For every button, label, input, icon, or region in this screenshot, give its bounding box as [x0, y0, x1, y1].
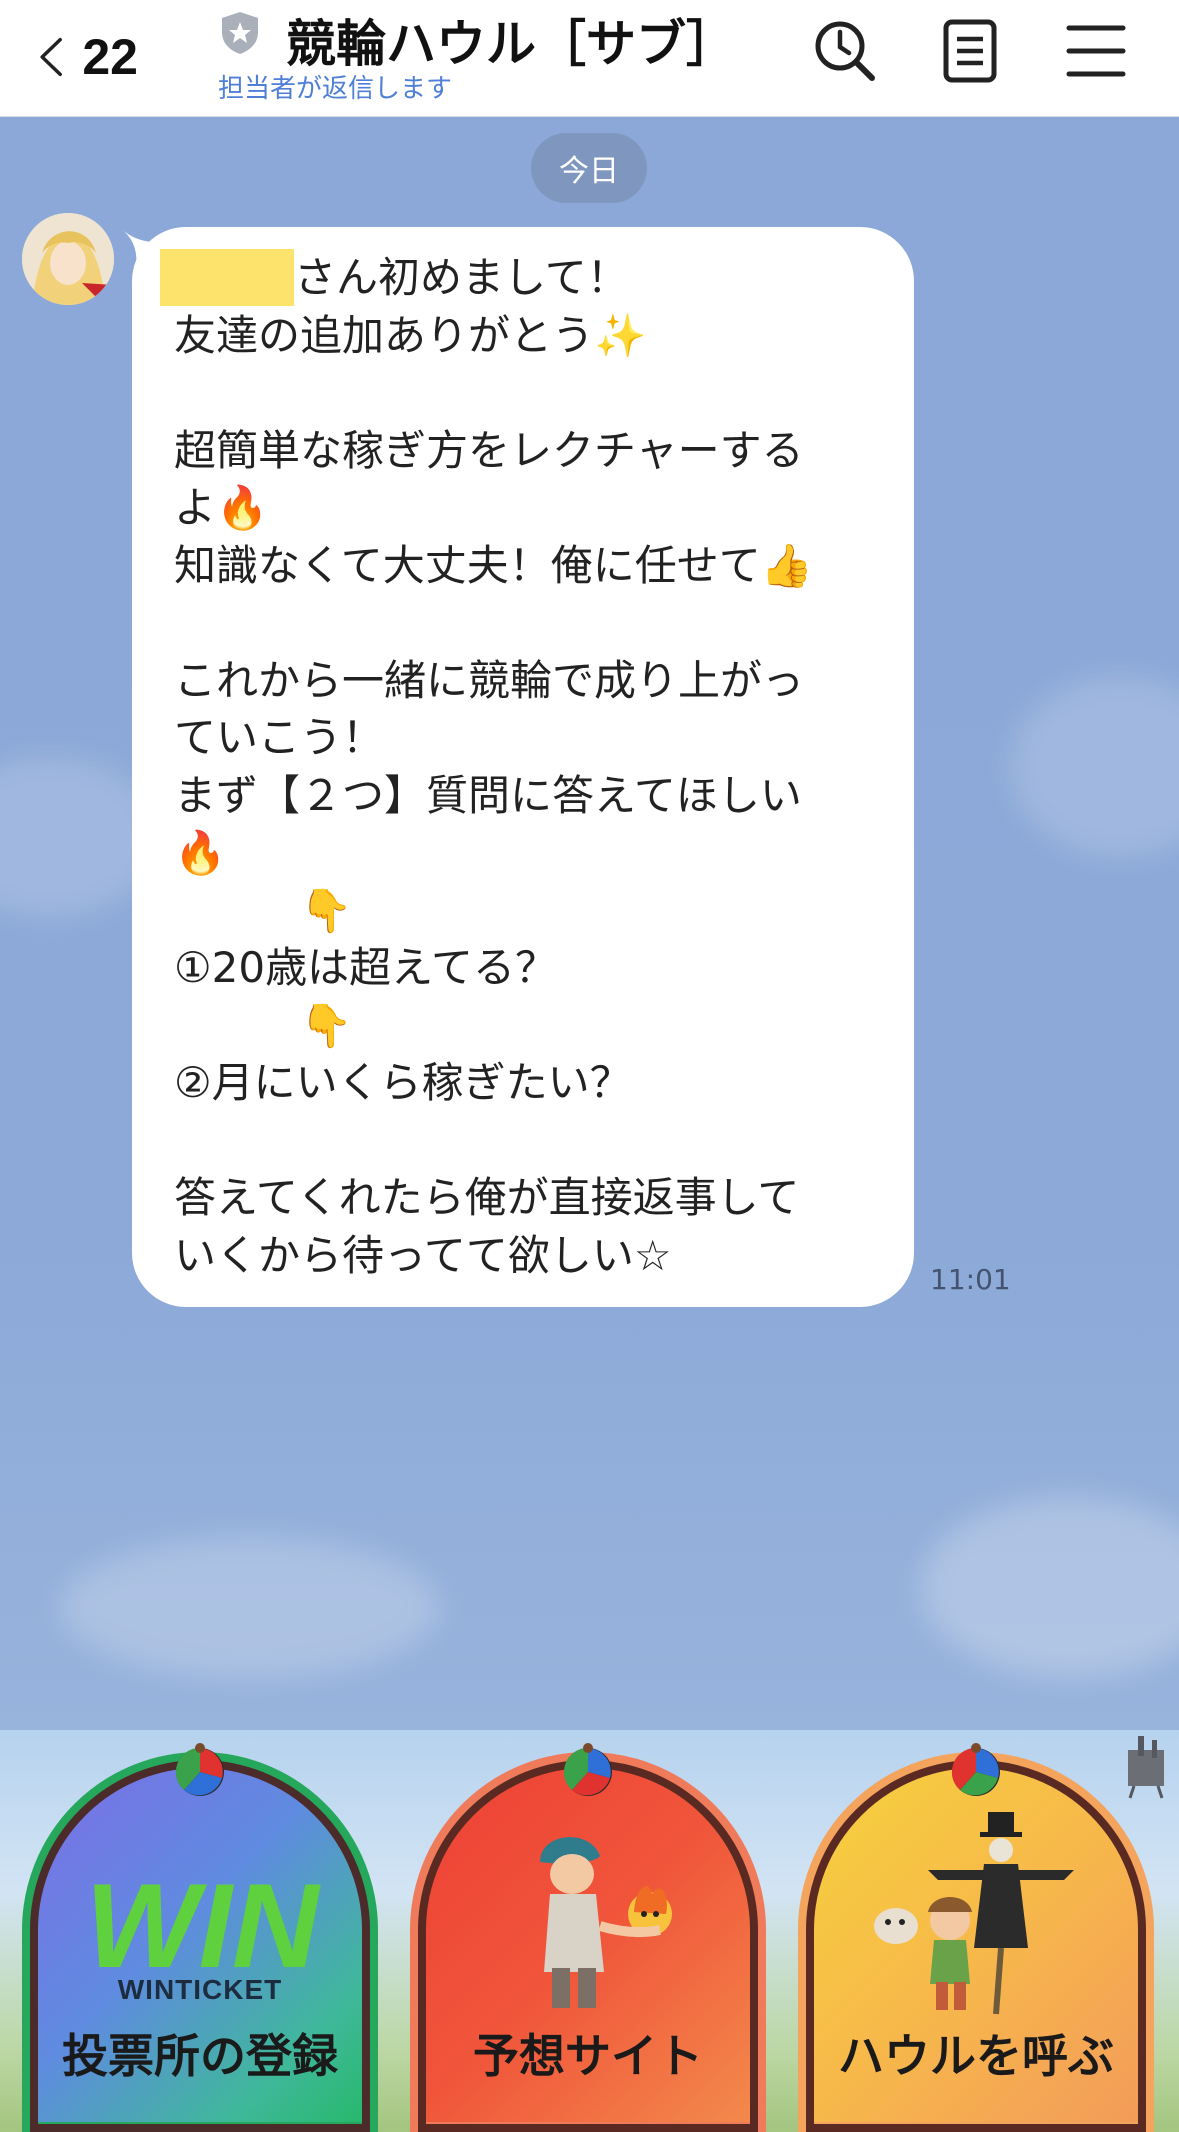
message-line: ①20歳は超えてる？ — [174, 943, 557, 992]
message-line: 答えてくれたら俺が直接返事して — [174, 1173, 800, 1222]
winticket-logo: WIN — [85, 1859, 321, 1982]
message-line: これから一緒に競輪で成り上がっ — [174, 655, 805, 705]
menu-item-call-howl[interactable]: ハウルを呼ぶ — [798, 1743, 1154, 2132]
page-title: 競輪ハウル［サブ］ — [286, 15, 736, 73]
winticket-text: WINTICKET — [117, 1974, 283, 2005]
date-separator: 今日 — [531, 133, 647, 203]
message-line: 知識なくて大丈夫！俺に任せて👍 — [174, 540, 814, 590]
message-line: ていこう！ — [174, 713, 385, 762]
message-line: 👇 — [174, 885, 353, 935]
chat-header: 22 競輪ハウル［サブ］ 担当者が返信します — [0, 0, 1179, 117]
chat-area[interactable]: 今日 さん初めまして！ 友達の追加ありがとう✨ 超簡単な稼ぎ方をレクチャーする … — [0, 117, 1179, 1730]
note-icon — [943, 19, 997, 83]
background-cloud — [1010, 677, 1179, 857]
message-bubble[interactable]: さん初めまして！ 友達の追加ありがとう✨ 超簡単な稼ぎ方をレクチャーする よ🔥 … — [132, 227, 914, 1307]
message-line: 🔥 — [174, 828, 227, 877]
background-cloud — [60, 1537, 440, 1677]
shield-icon — [222, 12, 258, 54]
message-line: いくから待ってて欲しい☆ — [174, 1230, 672, 1280]
menu-icon — [1066, 25, 1126, 77]
message-timestamp: 11:01 — [930, 1263, 1011, 1296]
menu-label-register: 投票所の登録 — [62, 2029, 338, 2083]
message-line: 👇 — [174, 1000, 353, 1050]
back-button[interactable]: 22 — [38, 22, 138, 92]
rich-menu: WIN WINTICKET 投票所の登録 予想サイト ハウルを呼ぶ — [0, 1730, 1179, 2132]
message-line: よ🔥 — [174, 483, 269, 532]
clock-search-icon — [815, 21, 875, 81]
menu-label-call-howl: ハウルを呼ぶ — [838, 2029, 1114, 2083]
character-illustration — [540, 1837, 672, 2008]
pin-icon — [563, 1743, 612, 1796]
search-button[interactable] — [812, 18, 878, 84]
redacted-name — [160, 249, 294, 306]
menu-label-prediction-site: 予想サイト — [473, 2029, 703, 2083]
unread-count: 22 — [82, 29, 138, 85]
message-line: さん初めまして！ — [294, 253, 629, 302]
pin-icon — [175, 1743, 224, 1796]
message-line: まず【２つ】質問に答えてほしい — [174, 770, 802, 820]
background-cloud — [920, 1497, 1179, 1677]
pin-icon — [951, 1743, 1000, 1796]
character-illustration — [874, 1812, 1074, 2015]
message-line: 友達の追加ありがとう✨ — [174, 310, 647, 360]
menu-item-prediction-site[interactable]: 予想サイト — [410, 1743, 766, 2132]
svg-text:WIN: WIN — [85, 1859, 321, 1982]
notes-button[interactable] — [937, 18, 1003, 84]
avatar[interactable] — [22, 213, 114, 305]
message-line: ②月にいくら稼ぎたい？ — [174, 1058, 632, 1107]
chat-title-area[interactable]: 競輪ハウル［サブ］ 担当者が返信します — [218, 4, 778, 112]
message-line: 超簡単な稼ぎ方をレクチャーする — [174, 425, 804, 475]
menu-item-register[interactable]: WIN WINTICKET 投票所の登録 — [22, 1743, 378, 2132]
chevron-left-icon — [40, 37, 62, 77]
chat-subtitle: 担当者が返信します — [218, 74, 453, 104]
menu-button[interactable] — [1063, 18, 1129, 84]
message-text: さん初めまして！ 友達の追加ありがとう✨ 超簡単な稼ぎ方をレクチャーする よ🔥 … — [160, 249, 874, 1284]
